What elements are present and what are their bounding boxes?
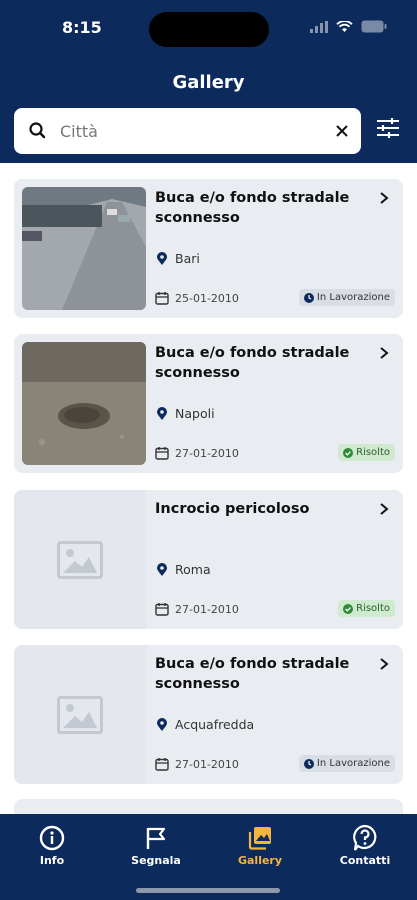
tab-gallery[interactable]: Gallery <box>220 822 300 867</box>
header-bar: 8:15 Gallery <box>0 0 417 163</box>
gallery-icon <box>248 827 271 850</box>
report-photo <box>22 342 146 465</box>
status-badge: Risolto <box>338 444 395 461</box>
date-text: 27-01-2010 <box>175 602 239 616</box>
wifi-icon <box>336 20 353 32</box>
calendar-icon <box>155 603 169 616</box>
date-row: 27-01-2010 <box>155 757 239 771</box>
date-row: 27-01-2010 <box>155 446 239 460</box>
location-pin-icon <box>157 407 167 420</box>
help-icon <box>353 824 377 851</box>
location-pin-icon <box>157 563 167 576</box>
date-row: 25-01-2010 <box>155 291 239 305</box>
tab-label: Info <box>39 854 65 867</box>
report-title: Incrocio pericoloso <box>155 501 310 517</box>
location-row: Roma <box>157 562 211 577</box>
status-badge: Risolto <box>338 600 395 617</box>
location-text: Napoli <box>175 406 215 421</box>
image-icon <box>57 695 103 734</box>
status-text: In Lavorazione <box>316 292 390 303</box>
date-text: 27-01-2010 <box>175 446 239 460</box>
date-text: 25-01-2010 <box>175 291 239 305</box>
chevron-right-icon <box>380 192 389 204</box>
report-card[interactable]: Buca e/o fondo stradale sconnesso Acquaf… <box>14 645 403 784</box>
tab-segnala[interactable]: Segnala <box>116 822 196 867</box>
chevron-right-icon <box>380 658 389 670</box>
status-time: 8:15 <box>62 18 102 37</box>
search-icon <box>29 122 46 139</box>
search-input[interactable] <box>58 120 321 142</box>
location-row: Napoli <box>157 406 215 421</box>
report-card[interactable]: Buca e/o fondo stradale sconnesso Napoli… <box>14 334 403 473</box>
image-icon <box>57 540 103 579</box>
status-icons <box>310 20 387 33</box>
location-row: Acquafredda <box>157 717 254 732</box>
date-row: 27-01-2010 <box>155 602 239 616</box>
report-title: Buca e/o fondo stradale sconnesso <box>155 345 350 381</box>
status-badge: In Lavorazione <box>298 755 395 772</box>
calendar-icon <box>155 758 169 771</box>
search-bar[interactable] <box>14 108 361 154</box>
clear-icon[interactable] <box>321 121 361 141</box>
flag-icon <box>146 827 166 849</box>
tab-info[interactable]: Info <box>12 822 92 867</box>
location-row: Bari <box>157 251 200 266</box>
status-text: Risolto <box>356 603 390 614</box>
chevron-right-icon <box>380 347 389 359</box>
location-pin-icon <box>157 252 167 265</box>
location-text: Bari <box>175 251 200 266</box>
check-circle-icon <box>343 603 354 614</box>
status-badge: In Lavorazione <box>298 289 395 306</box>
report-title: Buca e/o fondo stradale sconnesso <box>155 190 350 226</box>
calendar-icon <box>155 292 169 305</box>
location-text: Roma <box>175 562 211 577</box>
tab-label: Contatti <box>339 854 391 867</box>
location-text: Acquafredda <box>175 717 255 732</box>
tab-bar: Info Segnala Gallery Contatti <box>0 814 417 900</box>
calendar-icon <box>155 447 169 460</box>
home-indicator[interactable] <box>136 888 280 893</box>
filter-icon[interactable] <box>374 116 402 140</box>
page-title: Gallery <box>172 72 245 93</box>
tab-label: Segnala <box>131 854 181 867</box>
status-text: Risolto <box>356 447 390 458</box>
report-title: Buca e/o fondo stradale sconnesso <box>155 656 350 692</box>
clock-icon <box>303 292 314 303</box>
report-card[interactable]: Buca e/o fondo stradale sconnesso Bari 2… <box>14 179 403 318</box>
location-pin-icon <box>157 718 167 731</box>
clock-icon <box>303 758 314 769</box>
tab-label: Gallery <box>237 854 283 867</box>
chevron-right-icon <box>380 503 389 515</box>
report-list: Buca e/o fondo stradale sconnesso Bari 2… <box>0 163 417 814</box>
report-photo <box>22 187 146 310</box>
status-text: In Lavorazione <box>316 758 390 769</box>
dynamic-island <box>149 12 269 47</box>
date-text: 27-01-2010 <box>175 757 239 771</box>
tab-contatti[interactable]: Contatti <box>325 822 405 867</box>
report-card-partial[interactable] <box>14 799 403 814</box>
report-card[interactable]: Incrocio pericoloso Roma 27-01-2010 Riso… <box>14 490 403 629</box>
image-placeholder <box>14 490 146 629</box>
battery-icon <box>361 20 387 33</box>
image-placeholder <box>14 645 146 784</box>
info-icon <box>39 825 65 851</box>
check-circle-icon <box>343 447 354 458</box>
signal-icon <box>310 20 328 33</box>
